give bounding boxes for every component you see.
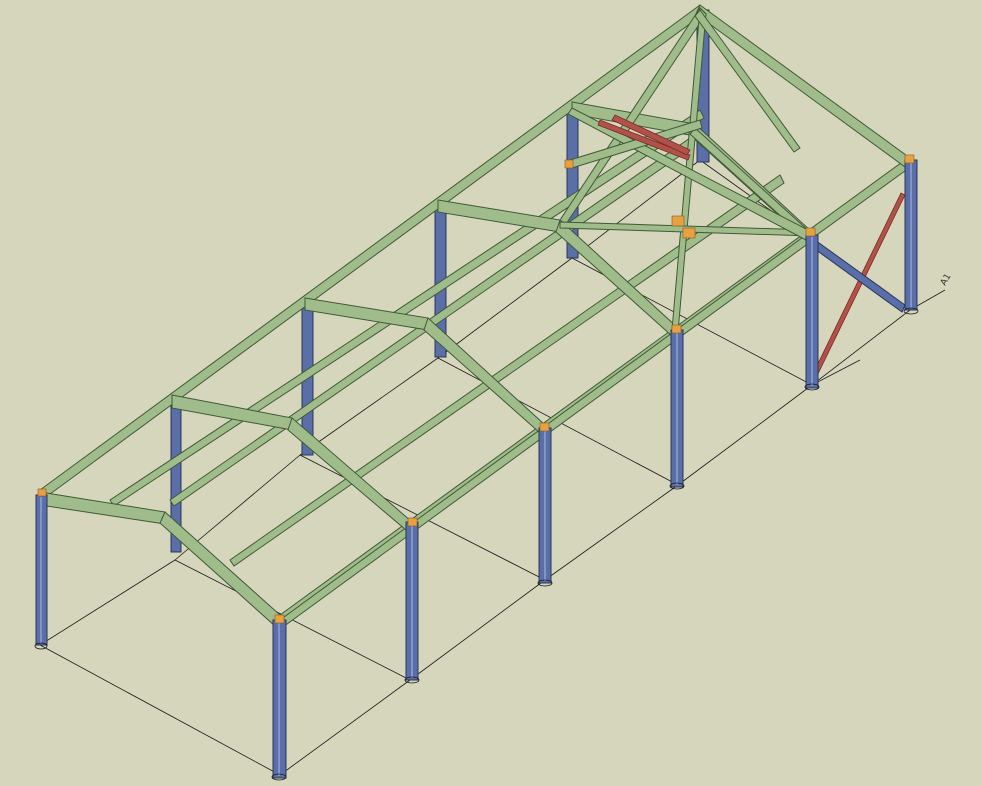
model-viewport[interactable]: A1 — [0, 0, 981, 786]
plate — [539, 422, 550, 432]
plate — [37, 488, 47, 497]
plate — [682, 227, 696, 239]
plate — [274, 614, 285, 624]
plate — [805, 227, 816, 237]
plate — [671, 215, 685, 227]
plate — [407, 517, 418, 527]
viewport-background — [0, 0, 981, 786]
steel-frame-3d-view: A1 — [0, 0, 981, 786]
plate — [564, 159, 574, 169]
plate — [671, 324, 682, 334]
plate — [904, 154, 915, 164]
